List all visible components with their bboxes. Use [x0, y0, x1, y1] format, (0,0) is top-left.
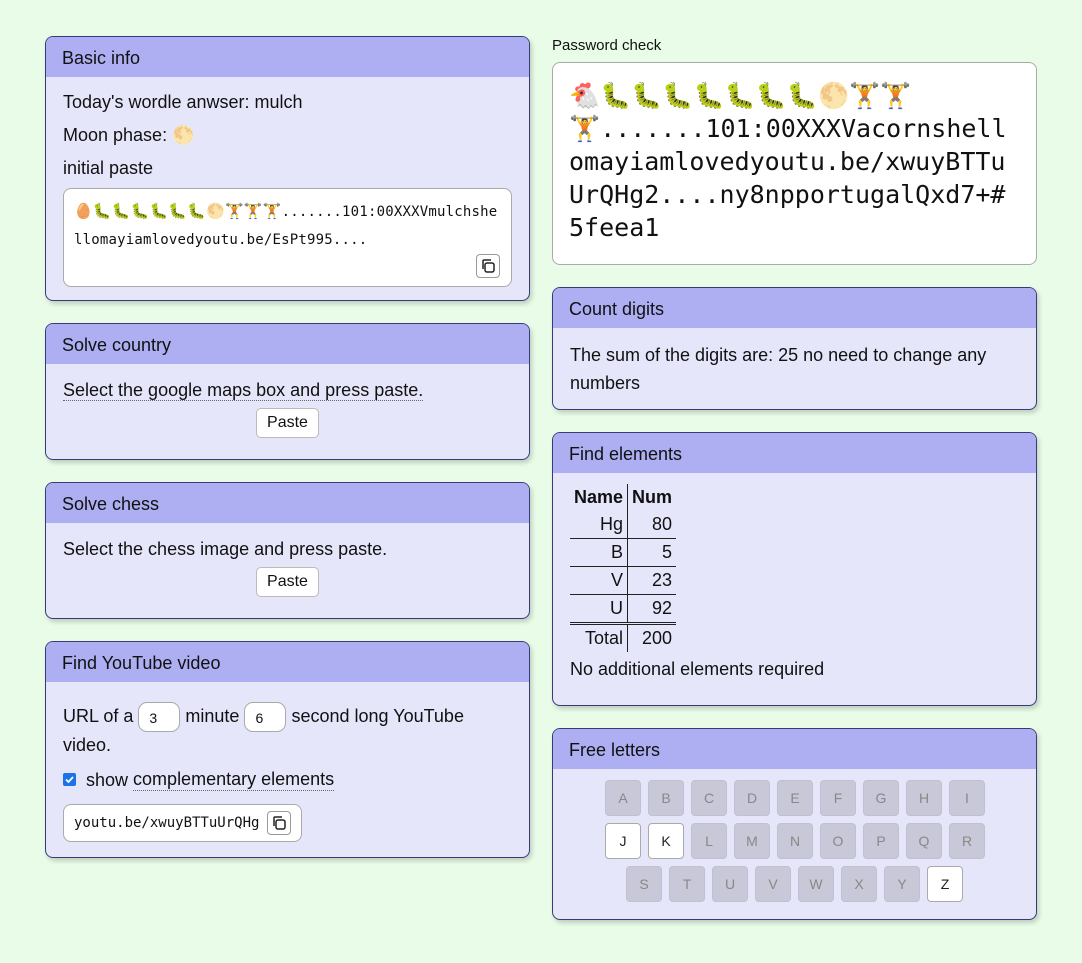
solve-country-card: Solve country Select the google maps box…: [45, 323, 530, 460]
youtube-url-box[interactable]: youtu.be/xwuyBTTuUrQHg: [63, 804, 303, 842]
find-elements-title: Find elements: [553, 433, 1036, 473]
letter-key-t[interactable]: T: [669, 866, 705, 902]
total-label: Total: [570, 623, 629, 652]
letter-key-o[interactable]: O: [820, 823, 856, 859]
solve-chess-title: Solve chess: [46, 483, 529, 523]
solve-country-title: Solve country: [46, 324, 529, 364]
letter-key-f[interactable]: F: [820, 780, 856, 816]
element-num: 23: [627, 566, 677, 595]
table-total-row: Total 200: [570, 623, 676, 652]
basic-info-card: Basic info Today's wordle anwser: mulch …: [45, 36, 530, 301]
letter-key-v[interactable]: V: [755, 866, 791, 902]
letter-key-p[interactable]: P: [863, 823, 899, 859]
copy-url-icon[interactable]: [267, 811, 292, 835]
duration-text-b: minute: [185, 705, 240, 726]
letter-key-w[interactable]: W: [798, 866, 834, 902]
solve-country-instruction: Select the google maps box and press pas…: [63, 380, 424, 401]
initial-paste-box[interactable]: 🥚🐛🐛🐛🐛🐛🐛🌕🏋️🏋️🏋️.......101:00XXXVmulchshel…: [63, 188, 512, 287]
basic-info-title: Basic info: [46, 37, 529, 77]
letter-key-c[interactable]: C: [691, 780, 727, 816]
duration-text-a: URL of a: [63, 705, 134, 726]
letter-key-g[interactable]: G: [863, 780, 899, 816]
letter-key-z[interactable]: Z: [927, 866, 963, 902]
chess-paste-button[interactable]: Paste: [256, 567, 319, 597]
element-name: Hg: [570, 511, 629, 539]
moon-phase-label: Moon phase:: [63, 125, 168, 145]
col-num-header: Num: [632, 487, 673, 507]
element-num: 92: [627, 594, 677, 625]
element-num: 5: [627, 538, 677, 567]
wordle-answer: Today's wordle anwser: mulch: [63, 92, 303, 112]
element-num: 80: [627, 511, 677, 539]
elements-note: No additional elements required: [570, 659, 825, 679]
col-name-header: Name: [570, 484, 629, 511]
free-letters-title: Free letters: [553, 729, 1036, 769]
elements-table: Name Num Hg 80 B 5 V 23 U 92 Total 200: [570, 484, 677, 652]
solve-chess-card: Solve chess Select the chess image and p…: [45, 482, 530, 619]
letter-key-e[interactable]: E: [777, 780, 813, 816]
letter-key-l[interactable]: L: [691, 823, 727, 859]
checkbox-prefix: show: [86, 769, 129, 790]
minutes-input[interactable]: 3: [138, 702, 181, 732]
initial-paste-emoji: 🥚🐛🐛🐛🐛🐛🐛🌕🏋️🏋️🏋️: [74, 202, 282, 220]
letter-key-m[interactable]: M: [734, 823, 770, 859]
table-row: V 23: [570, 566, 677, 595]
moon-phase-row: Moon phase: 🌕: [63, 124, 512, 146]
element-name: U: [570, 594, 629, 625]
youtube-duration-row: URL of a 3 minute 6 second long YouTube …: [63, 702, 512, 759]
letter-key-q[interactable]: Q: [906, 823, 942, 859]
letter-key-u[interactable]: U: [712, 866, 748, 902]
letter-key-n[interactable]: N: [777, 823, 813, 859]
seconds-input[interactable]: 6: [244, 702, 287, 732]
letter-key-y[interactable]: Y: [884, 866, 920, 902]
checkbox-label: complementary elements: [133, 769, 335, 791]
initial-paste-label: initial paste: [63, 158, 154, 178]
password-label: Password check: [552, 37, 662, 54]
find-elements-card: Find elements Name Num Hg 80 B 5 V 23 U …: [552, 432, 1037, 706]
total-value: 200: [641, 628, 673, 648]
table-row: Hg 80: [570, 511, 677, 539]
country-paste-button[interactable]: Paste: [256, 408, 319, 438]
password-box[interactable]: 🐔🐛🐛🐛🐛🐛🐛🐛🌕🏋️🏋️🏋️.......101:00XXXVacornshe…: [552, 62, 1037, 265]
youtube-title: Find YouTube video: [46, 642, 529, 682]
table-row: U 92: [570, 594, 677, 625]
table-row: B 5: [570, 538, 677, 567]
letter-key-h[interactable]: H: [906, 780, 942, 816]
password-text: .......101:00XXXVacornshellomayiamlovedy…: [569, 114, 1007, 242]
letter-key-b[interactable]: B: [648, 780, 684, 816]
letter-key-r[interactable]: R: [949, 823, 985, 859]
letter-key-d[interactable]: D: [734, 780, 770, 816]
complementary-row: show complementary elements: [63, 768, 512, 791]
count-digits-card: Count digits The sum of the digits are: …: [552, 287, 1037, 410]
element-name: V: [570, 566, 629, 595]
youtube-card: Find YouTube video URL of a 3 minute 6 s…: [45, 641, 530, 858]
free-letters-card: Free letters ABCDEFGHI JKLMNOPQR STUVWXYZ: [552, 728, 1037, 920]
letter-key-x[interactable]: X: [841, 866, 877, 902]
element-name: B: [570, 538, 629, 567]
moon-icon: 🌕: [172, 125, 195, 145]
complementary-checkbox[interactable]: [63, 773, 76, 786]
count-digits-text: The sum of the digits are: 25 no need to…: [570, 345, 987, 393]
letter-keyboard: ABCDEFGHI JKLMNOPQR STUVWXYZ: [553, 769, 1036, 909]
letter-key-a[interactable]: A: [605, 780, 641, 816]
letter-key-i[interactable]: I: [949, 780, 985, 816]
letter-key-s[interactable]: S: [626, 866, 662, 902]
letter-key-k[interactable]: K: [648, 823, 684, 859]
copy-icon[interactable]: [476, 254, 500, 278]
solve-chess-instruction: Select the chess image and press paste.: [63, 539, 388, 559]
youtube-url: youtu.be/xwuyBTTuUrQHg: [74, 815, 260, 831]
letter-key-j[interactable]: J: [605, 823, 641, 859]
count-digits-title: Count digits: [553, 288, 1036, 328]
